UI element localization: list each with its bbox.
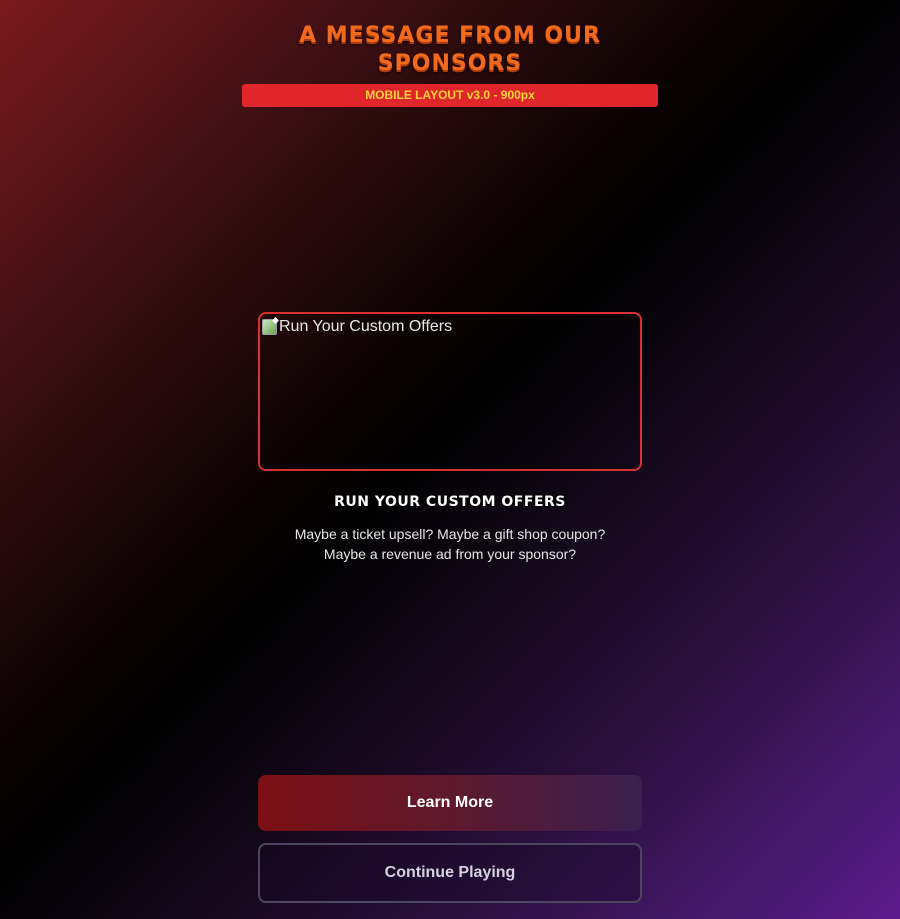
ad-description-line: Maybe a revenue ad from your sponsor? xyxy=(323,546,577,562)
ad-heading: RUN YOUR CUSTOM OFFERS xyxy=(334,494,566,510)
page-title: A MESSAGE FROM OUR SPONSORS xyxy=(299,23,601,76)
ad-image: Run Your Custom Offers xyxy=(262,318,452,336)
ad-image-frame[interactable]: Run Your Custom Offers xyxy=(258,312,642,471)
version-banner: MOBILE LAYOUT v3.0 - 900px xyxy=(242,84,658,107)
sponsor-header: A MESSAGE FROM OUR SPONSORS xyxy=(0,22,900,78)
ad-description: Maybe a ticket upsell? Maybe a gift shop… xyxy=(250,524,650,564)
ad-image-alt-text: Run Your Custom Offers xyxy=(279,318,453,335)
broken-image-icon xyxy=(262,319,277,335)
continue-playing-button[interactable]: Continue Playing xyxy=(258,843,642,903)
learn-more-button[interactable]: Learn More xyxy=(258,775,642,831)
ad-description-line: Maybe a ticket upsell? Maybe a gift shop… xyxy=(294,526,606,542)
